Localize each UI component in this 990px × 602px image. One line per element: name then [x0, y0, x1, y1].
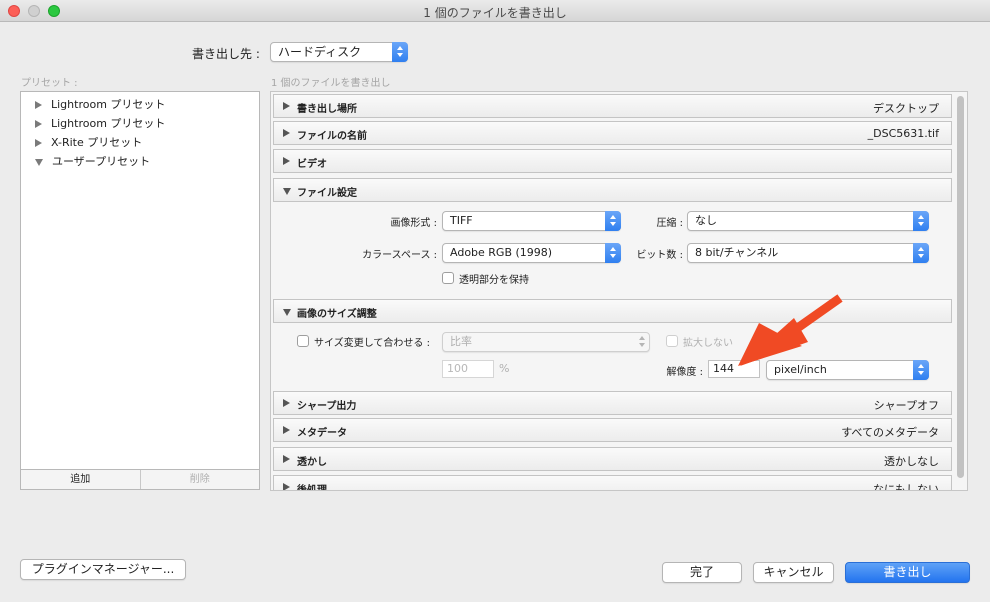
section-watermarking[interactable]: 透かし 透かしなし — [273, 447, 952, 471]
image-format-dropdown[interactable]: TIFF — [442, 211, 621, 231]
bit-depth-dropdown[interactable]: 8 bit/チャンネル — [687, 243, 929, 263]
dont-enlarge-label: 拡大しない — [683, 338, 733, 349]
preserve-transparency-label: 透明部分を保持 — [459, 275, 529, 286]
section-post-processing[interactable]: 後処理 なにもしない — [273, 475, 952, 490]
preset-list[interactable]: Lightroom プリセット Lightroom プリセット X-Rite プ… — [20, 91, 260, 470]
updown-chevron-icon — [634, 332, 650, 352]
color-space-dropdown[interactable]: Adobe RGB (1998) — [442, 243, 621, 263]
preserve-transparency-checkbox[interactable] — [442, 272, 454, 284]
disclosure-triangle-icon — [283, 399, 290, 407]
export-to-dropdown[interactable]: ハードディスク — [270, 42, 408, 62]
scrollbar-thumb[interactable] — [957, 96, 964, 478]
window-title: 1 個のファイルを書き出し — [423, 6, 567, 20]
compression-label: 圧縮 : — [656, 218, 683, 229]
preset-folder-user[interactable]: ユーザープリセット — [35, 153, 150, 169]
disclosure-triangle-icon — [283, 129, 290, 137]
dont-enlarge-checkbox — [666, 335, 678, 347]
title-bar: 1 個のファイルを書き出し — [0, 0, 990, 22]
updown-chevron-icon — [913, 360, 929, 380]
resolution-label: 解像度 : — [666, 367, 703, 378]
compression-dropdown[interactable]: なし — [687, 211, 929, 231]
bit-depth-label: ビット数 : — [636, 250, 683, 261]
export-subtitle: 1 個のファイルを書き出し — [271, 78, 391, 89]
add-preset-button[interactable]: 追加 — [21, 470, 141, 489]
export-settings-panel[interactable]: 書き出し場所 デスクトップ ファイルの名前 _DSC5631.tif ビデオ フ… — [270, 91, 968, 491]
disclosure-triangle-icon — [283, 426, 290, 434]
percent-unit: % — [499, 362, 510, 375]
section-file-naming[interactable]: ファイルの名前 _DSC5631.tif — [273, 121, 952, 145]
section-image-sizing[interactable]: 画像のサイズ調整 — [273, 299, 952, 323]
disclosure-triangle-icon — [283, 188, 291, 195]
plugin-manager-button[interactable]: プラグインマネージャー... — [20, 559, 186, 580]
disclosure-triangle-icon — [283, 483, 290, 490]
resize-percent-field: 100 — [442, 360, 494, 378]
disclosure-triangle-icon — [283, 455, 290, 463]
preset-folder-lightroom-1[interactable]: Lightroom プリセット — [35, 96, 165, 112]
image-format-label: 画像形式 : — [390, 218, 437, 229]
preset-folder-lightroom-2[interactable]: Lightroom プリセット — [35, 115, 165, 131]
export-to-label: 書き出し先 : — [192, 47, 260, 61]
cancel-button[interactable]: キャンセル — [753, 562, 834, 583]
preset-buttons: 追加 削除 — [20, 470, 260, 490]
preset-folder-xrite[interactable]: X-Rite プリセット — [35, 134, 142, 150]
disclosure-triangle-icon[interactable] — [35, 139, 42, 147]
resolution-unit-dropdown[interactable]: pixel/inch — [766, 360, 929, 380]
remove-preset-button: 削除 — [189, 474, 210, 485]
export-to-value: ハードディスク — [278, 45, 362, 59]
updown-chevron-icon — [913, 243, 929, 263]
updown-chevron-icon — [913, 211, 929, 231]
section-metadata[interactable]: メタデータ すべてのメタデータ — [273, 418, 952, 442]
panel-scrollbar[interactable] — [955, 94, 965, 488]
export-button[interactable]: 書き出し — [845, 562, 970, 583]
disclosure-triangle-icon — [283, 309, 291, 316]
disclosure-triangle-icon[interactable] — [35, 120, 42, 128]
disclosure-triangle-icon[interactable] — [35, 158, 43, 166]
presets-header: プリセット : — [21, 78, 78, 89]
resize-to-fit-checkbox[interactable] — [297, 335, 309, 347]
disclosure-triangle-icon — [283, 102, 290, 110]
updown-chevron-icon — [392, 42, 408, 62]
section-output-sharpening[interactable]: シャープ出力 シャープオフ — [273, 391, 952, 415]
done-button[interactable]: 完了 — [662, 562, 742, 583]
resize-to-fit-label: サイズ変更して合わせる : — [314, 338, 430, 349]
section-video[interactable]: ビデオ — [273, 149, 952, 173]
resolution-field[interactable]: 144 — [708, 360, 760, 378]
resize-mode-dropdown: 比率 — [442, 332, 650, 352]
section-file-settings[interactable]: ファイル設定 — [273, 178, 952, 202]
section-export-location[interactable]: 書き出し場所 デスクトップ — [273, 94, 952, 118]
disclosure-triangle-icon[interactable] — [35, 101, 42, 109]
color-space-label: カラースペース : — [362, 250, 437, 261]
disclosure-triangle-icon — [283, 157, 290, 165]
